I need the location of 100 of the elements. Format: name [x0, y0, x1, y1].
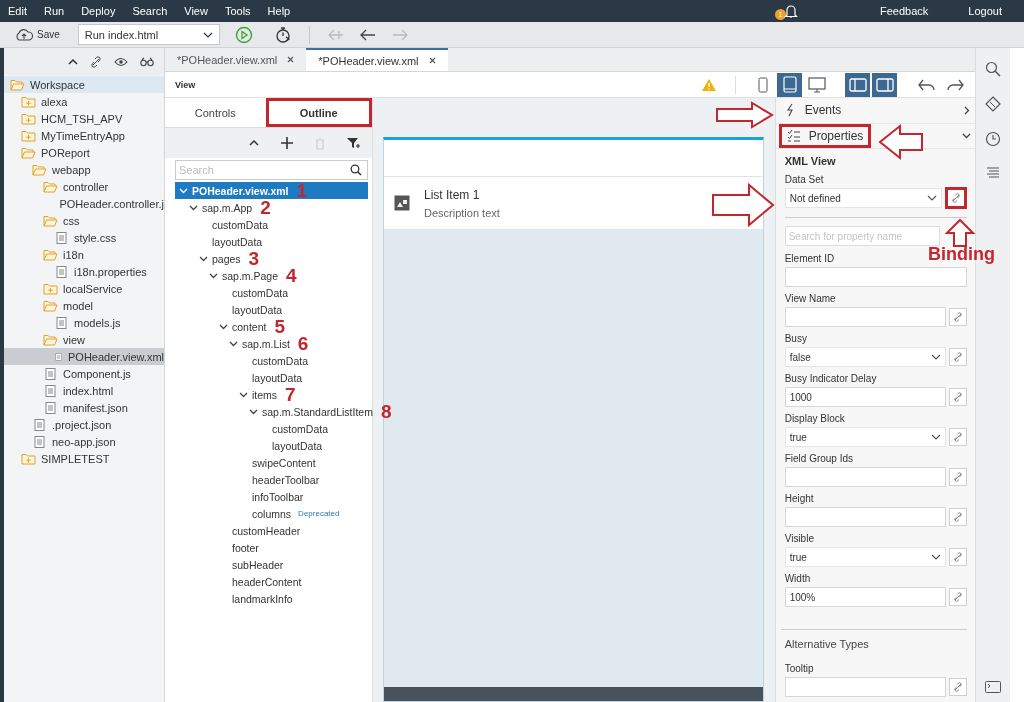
editor-tab[interactable]: *POHeader.view.xml — [165, 48, 307, 71]
close-icon[interactable] — [287, 56, 295, 63]
menu-item[interactable]: Run — [43, 5, 65, 17]
menu-item[interactable]: Help — [267, 5, 291, 17]
file-tree-item[interactable]: POReport — [4, 144, 164, 161]
outline-item[interactable]: pages — [212, 252, 241, 265]
input-field[interactable] — [784, 467, 946, 487]
outline-item[interactable]: customData — [272, 422, 329, 435]
outline-item[interactable]: footer — [232, 541, 259, 554]
file-tree-item[interactable]: POHeader.view.xml — [4, 348, 164, 365]
chevron-down-icon[interactable] — [229, 339, 238, 348]
property-search-field[interactable]: Search for property name — [784, 226, 940, 246]
file-tree-item[interactable]: alexa — [4, 93, 164, 110]
outline-item[interactable]: layoutData — [232, 303, 283, 316]
chevron-down-icon[interactable] — [209, 271, 218, 280]
search-field[interactable]: Search — [175, 160, 368, 180]
collapse-icon[interactable] — [68, 57, 78, 66]
console-icon[interactable] — [985, 681, 1001, 693]
outline-item[interactable]: sap.m.List — [242, 337, 290, 350]
menu-item[interactable]: Search — [132, 5, 168, 17]
save-button[interactable]: Save — [14, 27, 60, 42]
outline-item[interactable]: items — [252, 388, 278, 401]
filter-icon[interactable] — [347, 137, 360, 149]
input-field[interactable] — [784, 677, 946, 697]
dropdown-field[interactable]: false — [784, 347, 946, 367]
file-tree-item[interactable]: SIMPLETEST — [4, 450, 164, 467]
outline-item[interactable]: layoutData — [272, 439, 323, 452]
add-icon[interactable] — [281, 137, 293, 149]
outline-item[interactable]: infoToolbar — [252, 490, 304, 503]
binoculars-icon[interactable] — [140, 56, 154, 67]
chevron-down-icon[interactable] — [962, 131, 971, 141]
data-set-dropdown[interactable]: Not defined — [784, 188, 942, 208]
chevron-down-icon[interactable] — [219, 322, 228, 331]
outline-item[interactable]: subHeader — [232, 558, 284, 571]
outline-item[interactable]: sap.m.StandardListItem — [262, 405, 373, 418]
file-tree-item[interactable]: Component.js — [4, 365, 164, 382]
arrow-left-icon[interactable] — [358, 27, 377, 42]
menu-item[interactable]: View — [184, 5, 208, 17]
file-tree-item[interactable]: manifest.json — [4, 399, 164, 416]
right-pane-toggle[interactable] — [872, 72, 897, 97]
palette-tab[interactable]: Controls — [165, 98, 266, 127]
outline-item[interactable]: landmarkInfo — [232, 592, 293, 605]
outline-item[interactable]: POHeader.view.xml — [192, 184, 289, 197]
file-tree-item[interactable]: i18n — [4, 246, 164, 263]
chevron-down-icon[interactable] — [249, 407, 258, 416]
input-field[interactable]: 1000 — [784, 387, 946, 407]
redo-icon[interactable] — [945, 77, 965, 92]
input-field[interactable] — [784, 507, 946, 527]
outline-item[interactable]: layoutData — [252, 371, 303, 384]
menu-item[interactable]: Deploy — [81, 5, 116, 17]
file-tree-item[interactable]: view — [4, 331, 164, 348]
outline-item[interactable]: layoutData — [212, 235, 263, 248]
chevron-right-icon[interactable] — [962, 105, 971, 115]
file-tree-item[interactable]: index.html — [4, 382, 164, 399]
file-tree-item[interactable]: i18n.properties — [4, 263, 164, 280]
outline-item[interactable]: sap.m.App — [202, 201, 253, 214]
outline-item[interactable]: headerContent — [232, 575, 302, 588]
run-config-dropdown[interactable]: Run index.html — [77, 24, 220, 45]
left-pane-toggle[interactable] — [845, 72, 870, 97]
chevron-down-icon[interactable] — [189, 203, 198, 212]
menu-item[interactable]: Edit — [8, 5, 27, 17]
file-tree-item[interactable]: style.css — [4, 229, 164, 246]
bell-icon[interactable] — [784, 3, 799, 19]
outline-item[interactable]: content — [232, 320, 267, 333]
file-tree-item[interactable]: controller — [4, 178, 164, 195]
tablet-view-button[interactable] — [777, 72, 802, 97]
timer-icon[interactable] — [273, 25, 292, 44]
input-field[interactable] — [784, 307, 946, 327]
dropdown-field[interactable]: true — [784, 547, 946, 567]
file-tree-item[interactable]: webapp — [4, 161, 164, 178]
outline-item[interactable]: customData — [212, 218, 269, 231]
input-field[interactable] — [784, 267, 967, 287]
file-tree-item[interactable]: MyTimeEntryApp — [4, 127, 164, 144]
outline-item[interactable]: headerToolbar — [252, 473, 320, 486]
menu-link[interactable]: Feedback — [880, 5, 929, 17]
collapse-icon[interactable] — [249, 139, 259, 147]
dropdown-field[interactable]: true — [784, 427, 946, 447]
outline-item[interactable]: customData — [232, 286, 289, 299]
file-tree-item[interactable]: neo-app.json — [4, 433, 164, 450]
file-tree-item[interactable]: HCM_TSH_APV — [4, 110, 164, 127]
chevron-down-icon[interactable] — [179, 186, 188, 195]
eye-icon[interactable] — [114, 56, 128, 67]
undo-icon[interactable] — [917, 77, 937, 92]
outline-item[interactable]: sap.m.Page — [222, 269, 279, 282]
menu-link[interactable]: Logout — [968, 5, 1002, 17]
palette-tab[interactable]: Outline — [265, 98, 372, 127]
link-icon[interactable] — [90, 55, 102, 68]
outline-item[interactable]: customData — [252, 354, 309, 367]
file-tree-item[interactable]: POHeader.controller.j — [4, 195, 164, 212]
menu-item[interactable]: Tools — [224, 5, 251, 17]
run-icon[interactable] — [234, 25, 253, 44]
search-icon[interactable] — [985, 61, 1001, 77]
close-icon[interactable] — [428, 57, 436, 64]
editor-tab[interactable]: *POHeader.view.xml — [306, 48, 448, 71]
binding-button[interactable] — [945, 187, 967, 209]
outline-item[interactable]: swipeContent — [252, 456, 316, 469]
panel-header[interactable]: Events — [778, 98, 848, 123]
outline-item[interactable]: columns — [252, 507, 292, 520]
clock-icon[interactable] — [985, 131, 1001, 147]
diamond-icon[interactable] — [985, 96, 1001, 112]
